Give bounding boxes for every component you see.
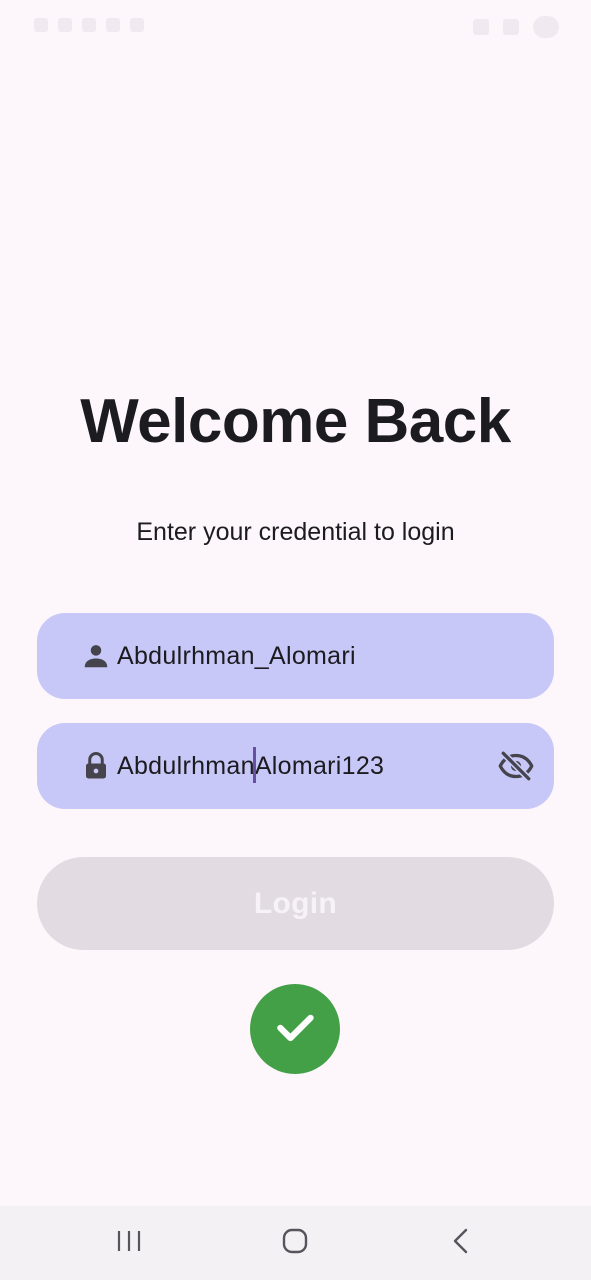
success-badge [250,984,340,1074]
lock-icon [81,751,111,781]
status-bar [0,0,591,56]
text-caret [252,747,256,784]
back-icon [450,1227,472,1260]
notification-icon [58,18,72,32]
back-button[interactable] [441,1223,481,1263]
username-value: Abdulrhman_Alomari [117,642,356,670]
password-text-before-caret: Abdulrhman [117,752,255,780]
status-system-icons [473,16,559,38]
wifi-icon [503,19,519,35]
system-nav-bar [0,1206,591,1280]
battery-icon [533,16,559,38]
mute-icon [473,19,489,35]
status-notifications [34,18,144,32]
password-field[interactable]: AbdulrhmanAlomari123 [37,723,554,809]
home-icon [281,1227,309,1260]
page-subtitle: Enter your credential to login [136,518,455,546]
person-icon [81,641,111,671]
recents-icon [116,1229,144,1258]
password-text-after-caret: Alomari123 [254,752,385,780]
recents-button[interactable] [110,1223,150,1263]
username-field[interactable]: Abdulrhman_Alomari [37,613,554,699]
home-button[interactable] [275,1223,315,1263]
notification-icon [34,18,48,32]
notification-icon [82,18,96,32]
notification-icon [130,18,144,32]
check-icon [273,1005,317,1054]
visibility-off-icon[interactable] [498,748,534,784]
login-button[interactable]: Login [37,857,554,950]
page-title: Welcome Back [80,387,511,456]
password-value: AbdulrhmanAlomari123 [117,723,384,809]
notification-icon [106,18,120,32]
